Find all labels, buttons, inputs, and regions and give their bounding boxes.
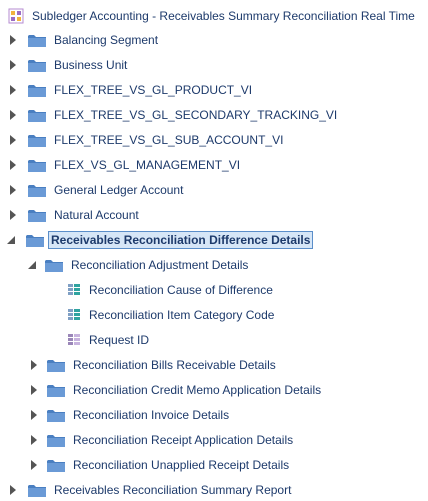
- expand-arrow-icon[interactable]: [29, 384, 39, 396]
- tree-node-label: Receivables Reconciliation Summary Repor…: [54, 483, 292, 497]
- expand-arrow-icon[interactable]: [8, 484, 18, 496]
- tree-node-label: General Ledger Account: [54, 183, 184, 197]
- tree-node-label: FLEX_TREE_VS_GL_SUB_ACCOUNT_VI: [54, 133, 284, 147]
- expand-arrow-icon[interactable]: [29, 459, 39, 471]
- expand-arrow-icon[interactable]: [8, 159, 18, 171]
- tree-node-label: Reconciliation Unapplied Receipt Details: [73, 458, 290, 472]
- expand-arrow-icon[interactable]: [8, 34, 18, 46]
- tree-column-request-id[interactable]: Request ID: [67, 329, 151, 351]
- expand-arrow-icon[interactable]: [29, 434, 39, 446]
- tree-node-label: Natural Account: [54, 208, 139, 222]
- subject-area-icon: [8, 8, 24, 24]
- tree-column-reconciliation-item-category-code[interactable]: Reconciliation Item Category Code: [67, 304, 276, 326]
- tree-root-label: Subledger Accounting - Receivables Summa…: [32, 9, 415, 23]
- tree-node-reconciliation-adjustment-details[interactable]: Reconciliation Adjustment Details: [27, 254, 250, 276]
- tree-column-label: Reconciliation Item Category Code: [89, 308, 275, 322]
- tree-node-flex-vs-management[interactable]: FLEX_VS_GL_MANAGEMENT_VI: [8, 154, 242, 176]
- expand-arrow-icon[interactable]: [29, 409, 39, 421]
- folder-icon: [47, 434, 65, 447]
- expand-arrow-icon[interactable]: [29, 359, 39, 371]
- folder-icon: [47, 384, 65, 397]
- tree-node-general-ledger-account[interactable]: General Ledger Account: [8, 179, 185, 201]
- tree-node-reconciliation-invoice-details[interactable]: Reconciliation Invoice Details: [29, 404, 231, 426]
- folder-icon: [28, 184, 46, 197]
- tree-node-label: FLEX_TREE_VS_GL_SECONDARY_TRACKING_VI: [54, 108, 338, 122]
- tree-node-label: FLEX_VS_GL_MANAGEMENT_VI: [54, 158, 241, 172]
- tree-node-reconciliation-credit-memo-application-details[interactable]: Reconciliation Credit Memo Application D…: [29, 379, 323, 401]
- column-icon: [67, 283, 81, 297]
- folder-icon: [47, 409, 65, 422]
- collapse-arrow-icon[interactable]: [27, 259, 37, 271]
- tree-node-natural-account[interactable]: Natural Account: [8, 204, 141, 226]
- column-icon: [67, 308, 81, 322]
- folder-icon: [47, 459, 65, 472]
- collapse-arrow-icon[interactable]: [6, 234, 16, 246]
- expand-arrow-icon[interactable]: [8, 84, 18, 96]
- tree-node-reconciliation-unapplied-receipt-details[interactable]: Reconciliation Unapplied Receipt Details: [29, 454, 291, 476]
- tree-node-reconciliation-bills-receivable-details[interactable]: Reconciliation Bills Receivable Details: [29, 354, 278, 376]
- folder-icon: [28, 34, 46, 47]
- expand-arrow-icon[interactable]: [8, 209, 18, 221]
- expand-arrow-icon[interactable]: [8, 134, 18, 146]
- folder-icon: [45, 259, 63, 272]
- tree-column-reconciliation-cause-of-difference[interactable]: Reconciliation Cause of Difference: [67, 279, 275, 301]
- tree-node-flex-tree-sub-account[interactable]: FLEX_TREE_VS_GL_SUB_ACCOUNT_VI: [8, 129, 285, 151]
- expand-arrow-icon[interactable]: [8, 109, 18, 121]
- folder-icon: [28, 109, 46, 122]
- tree-node-reconciliation-receipt-application-details[interactable]: Reconciliation Receipt Application Detai…: [29, 429, 295, 451]
- tree-node-label: Reconciliation Credit Memo Application D…: [73, 383, 322, 397]
- tree-node-balancing-segment[interactable]: Balancing Segment: [8, 29, 160, 51]
- tree-node-flex-tree-secondary-tracking[interactable]: FLEX_TREE_VS_GL_SECONDARY_TRACKING_VI: [8, 104, 339, 126]
- tree-node-label: Balancing Segment: [54, 33, 159, 47]
- tree-node-label: Reconciliation Receipt Application Detai…: [73, 433, 294, 447]
- expand-arrow-icon[interactable]: [8, 59, 18, 71]
- folder-icon: [28, 59, 46, 72]
- tree-column-label: Reconciliation Cause of Difference: [89, 283, 273, 297]
- folder-icon: [28, 134, 46, 147]
- tree-node-label-selected: Receivables Reconciliation Difference De…: [48, 231, 314, 249]
- tree-node-receivables-reconciliation-difference-details[interactable]: Receivables Reconciliation Difference De…: [6, 229, 314, 251]
- column-icon: [67, 333, 81, 347]
- tree-node-business-unit[interactable]: Business Unit: [8, 54, 129, 76]
- tree-node-flex-tree-product[interactable]: FLEX_TREE_VS_GL_PRODUCT_VI: [8, 79, 254, 101]
- tree-root[interactable]: Subledger Accounting - Receivables Summa…: [8, 5, 417, 27]
- tree-node-label: Reconciliation Invoice Details: [73, 408, 230, 422]
- expand-arrow-icon[interactable]: [8, 184, 18, 196]
- tree-node-receivables-reconciliation-summary-report[interactable]: Receivables Reconciliation Summary Repor…: [8, 479, 293, 501]
- tree-node-label: Reconciliation Bills Receivable Details: [73, 358, 276, 372]
- folder-icon: [47, 359, 65, 372]
- folder-icon: [26, 234, 44, 247]
- folder-icon: [28, 209, 46, 222]
- folder-icon: [28, 159, 46, 172]
- folder-icon: [28, 84, 46, 97]
- tree-node-label: FLEX_TREE_VS_GL_PRODUCT_VI: [54, 83, 253, 97]
- tree-node-label: Reconciliation Adjustment Details: [71, 258, 249, 272]
- tree-node-label: Business Unit: [54, 58, 128, 72]
- tree-column-label: Request ID: [89, 333, 150, 347]
- folder-icon: [28, 484, 46, 497]
